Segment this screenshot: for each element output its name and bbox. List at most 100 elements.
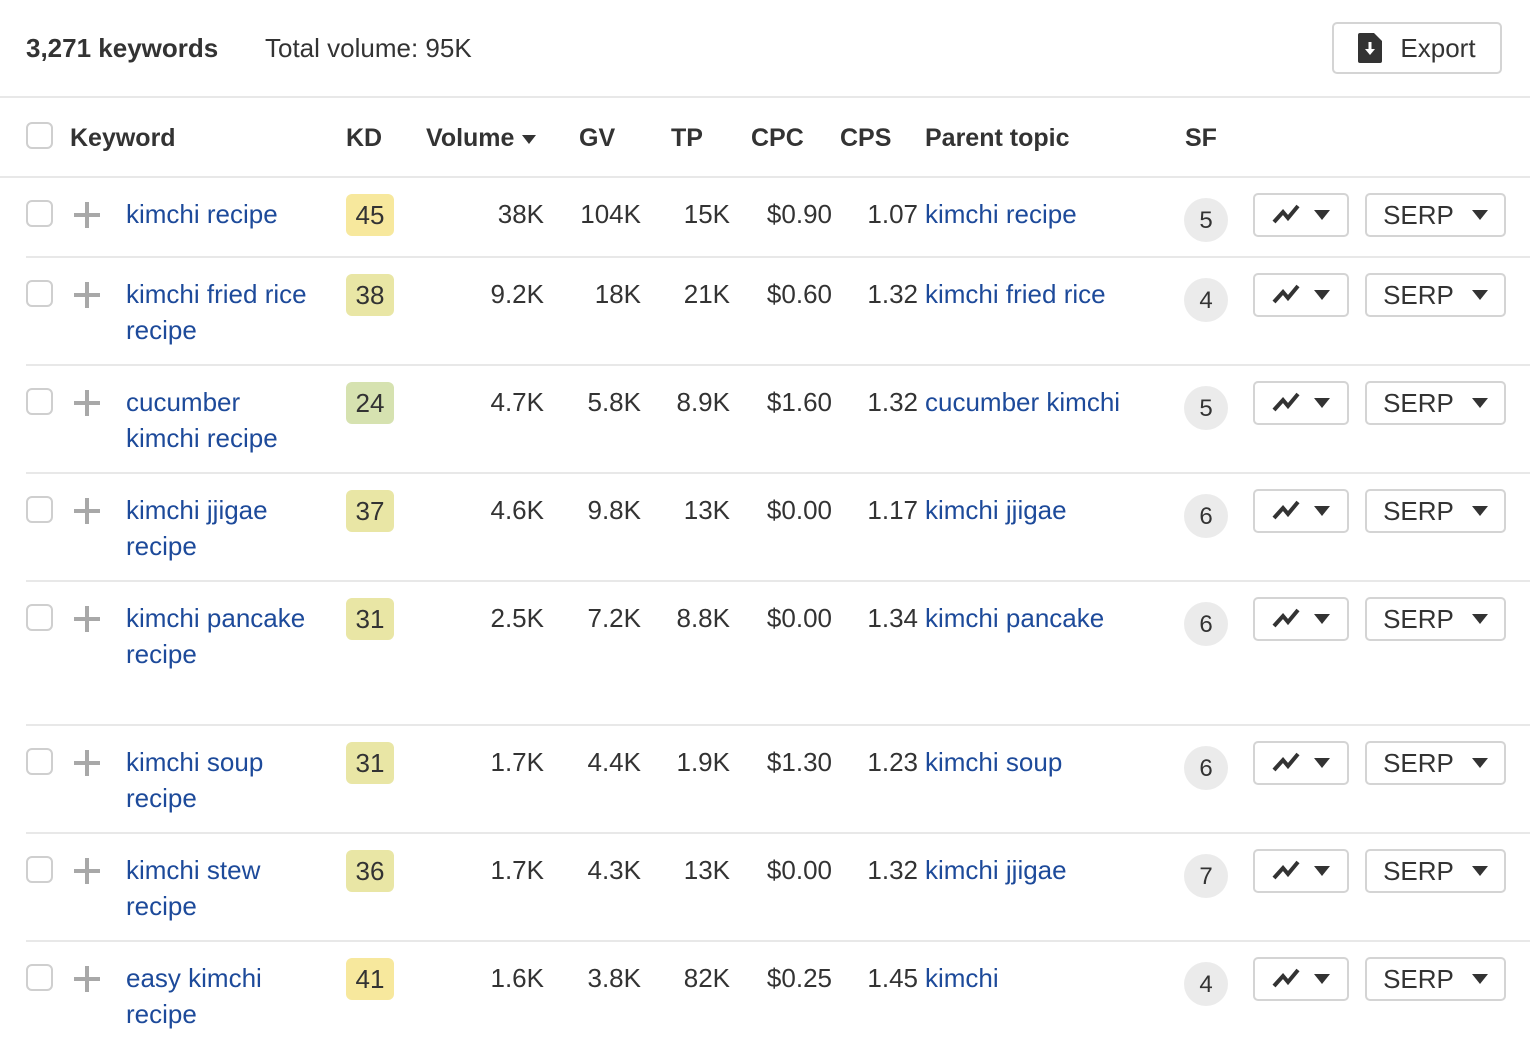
chevron-down-icon bbox=[1471, 210, 1488, 220]
cps-value: 1.17 bbox=[867, 495, 918, 525]
trend-dropdown-button[interactable] bbox=[1253, 273, 1349, 317]
keyword-link[interactable]: kimchi pancake recipe bbox=[126, 600, 316, 672]
table-row: kimchi recipe 45 38K 104K 15K $0.90 1.07… bbox=[26, 178, 1530, 258]
column-header-gv[interactable]: GV bbox=[579, 124, 615, 153]
cpc-value: $1.30 bbox=[766, 747, 832, 777]
cps-value: 1.07 bbox=[867, 199, 918, 229]
serp-dropdown-button[interactable]: SERP bbox=[1365, 381, 1506, 425]
keyword-link[interactable]: kimchi jjigae recipe bbox=[126, 492, 316, 564]
keyword-link[interactable]: easy kimchi recipe bbox=[126, 960, 316, 1032]
table-row: kimchi soup recipe 31 1.7K 4.4K 1.9K $1.… bbox=[26, 726, 1530, 834]
gv-value: 3.8K bbox=[587, 963, 642, 993]
chevron-down-icon bbox=[1471, 398, 1488, 408]
keyword-link[interactable]: kimchi fried rice recipe bbox=[126, 276, 316, 348]
serp-dropdown-button[interactable]: SERP bbox=[1365, 957, 1506, 1001]
kd-badge: 24 bbox=[346, 382, 394, 424]
select-all-checkbox[interactable] bbox=[26, 122, 53, 149]
column-header-volume[interactable]: Volume bbox=[426, 124, 537, 153]
add-to-list-icon[interactable] bbox=[74, 858, 100, 884]
add-to-list-icon[interactable] bbox=[74, 282, 100, 308]
cps-value: 1.34 bbox=[867, 603, 918, 633]
cps-value: 1.32 bbox=[867, 279, 918, 309]
row-checkbox[interactable] bbox=[26, 964, 53, 991]
trend-dropdown-button[interactable] bbox=[1253, 849, 1349, 893]
column-header-keyword[interactable]: Keyword bbox=[70, 124, 176, 153]
trend-dropdown-button[interactable] bbox=[1253, 193, 1349, 237]
keyword-link[interactable]: cucumber kimchi recipe bbox=[126, 384, 316, 456]
trend-chart-icon bbox=[1272, 203, 1300, 228]
kd-badge: 31 bbox=[346, 742, 394, 784]
parent-topic-link[interactable]: kimchi bbox=[925, 960, 999, 996]
row-checkbox[interactable] bbox=[26, 604, 53, 631]
cpc-value: $0.60 bbox=[766, 279, 832, 309]
parent-topic-link[interactable]: kimchi recipe bbox=[925, 196, 1077, 232]
table-header: Keyword KD Volume GV TP CPC CPS Parent t… bbox=[0, 100, 1530, 178]
row-checkbox[interactable] bbox=[26, 388, 53, 415]
add-to-list-icon[interactable] bbox=[74, 750, 100, 776]
sf-count-badge[interactable]: 6 bbox=[1184, 494, 1228, 538]
sf-count-badge[interactable]: 6 bbox=[1184, 602, 1228, 646]
kd-badge: 36 bbox=[346, 850, 394, 892]
row-checkbox[interactable] bbox=[26, 280, 53, 307]
chevron-down-icon bbox=[1314, 290, 1330, 300]
add-to-list-icon[interactable] bbox=[74, 498, 100, 524]
serp-dropdown-button[interactable]: SERP bbox=[1365, 489, 1506, 533]
parent-topic-link[interactable]: kimchi jjigae bbox=[925, 492, 1067, 528]
sf-count-badge[interactable]: 7 bbox=[1184, 854, 1228, 898]
trend-dropdown-button[interactable] bbox=[1253, 381, 1349, 425]
chevron-down-icon bbox=[1471, 614, 1488, 624]
add-to-list-icon[interactable] bbox=[74, 390, 100, 416]
volume-value: 38K bbox=[497, 199, 544, 229]
column-header-sf[interactable]: SF bbox=[1185, 124, 1217, 153]
column-header-cps[interactable]: CPS bbox=[840, 124, 891, 153]
sf-count-badge[interactable]: 4 bbox=[1184, 962, 1228, 1006]
trend-dropdown-button[interactable] bbox=[1253, 741, 1349, 785]
cpc-value: $0.25 bbox=[766, 963, 832, 993]
volume-value: 1.7K bbox=[490, 855, 545, 885]
row-checkbox[interactable] bbox=[26, 496, 53, 523]
chevron-down-icon bbox=[1471, 506, 1488, 516]
add-to-list-icon[interactable] bbox=[74, 202, 100, 228]
table-row: cucumber kimchi recipe 24 4.7K 5.8K 8.9K… bbox=[26, 366, 1530, 474]
column-header-cpc[interactable]: CPC bbox=[751, 124, 804, 153]
parent-topic-link[interactable]: cucumber kimchi bbox=[925, 384, 1120, 420]
cps-value: 1.32 bbox=[867, 855, 918, 885]
column-header-parent-topic[interactable]: Parent topic bbox=[925, 124, 1069, 153]
serp-dropdown-button[interactable]: SERP bbox=[1365, 849, 1506, 893]
column-header-tp[interactable]: TP bbox=[671, 124, 703, 153]
serp-label: SERP bbox=[1383, 495, 1454, 526]
keyword-link[interactable]: kimchi stew recipe bbox=[126, 852, 316, 924]
parent-topic-link[interactable]: kimchi pancake bbox=[925, 600, 1104, 636]
parent-topic-link[interactable]: kimchi fried rice bbox=[925, 276, 1106, 312]
sf-count-badge[interactable]: 5 bbox=[1184, 198, 1228, 242]
chevron-down-icon bbox=[1471, 974, 1488, 984]
sf-count-badge[interactable]: 4 bbox=[1184, 278, 1228, 322]
chevron-down-icon bbox=[1314, 398, 1330, 408]
add-to-list-icon[interactable] bbox=[74, 966, 100, 992]
file-download-icon bbox=[1358, 33, 1383, 63]
add-to-list-icon[interactable] bbox=[74, 606, 100, 632]
parent-topic-link[interactable]: kimchi jjigae bbox=[925, 852, 1067, 888]
row-checkbox[interactable] bbox=[26, 856, 53, 883]
keyword-link[interactable]: kimchi soup recipe bbox=[126, 744, 316, 816]
serp-label: SERP bbox=[1383, 279, 1454, 310]
total-volume: Total volume: 95K bbox=[265, 33, 472, 63]
parent-topic-link[interactable]: kimchi soup bbox=[925, 744, 1062, 780]
serp-label: SERP bbox=[1383, 963, 1454, 994]
serp-dropdown-button[interactable]: SERP bbox=[1365, 273, 1506, 317]
serp-dropdown-button[interactable]: SERP bbox=[1365, 193, 1506, 237]
export-button[interactable]: Export bbox=[1332, 22, 1502, 74]
row-checkbox[interactable] bbox=[26, 200, 53, 227]
sf-count-badge[interactable]: 5 bbox=[1184, 386, 1228, 430]
trend-dropdown-button[interactable] bbox=[1253, 597, 1349, 641]
chevron-down-icon bbox=[1314, 614, 1330, 624]
trend-dropdown-button[interactable] bbox=[1253, 489, 1349, 533]
column-header-kd[interactable]: KD bbox=[346, 124, 382, 153]
keyword-link[interactable]: kimchi recipe bbox=[126, 196, 316, 232]
serp-dropdown-button[interactable]: SERP bbox=[1365, 597, 1506, 641]
cps-value: 1.32 bbox=[867, 387, 918, 417]
trend-dropdown-button[interactable] bbox=[1253, 957, 1349, 1001]
serp-dropdown-button[interactable]: SERP bbox=[1365, 741, 1506, 785]
sf-count-badge[interactable]: 6 bbox=[1184, 746, 1228, 790]
row-checkbox[interactable] bbox=[26, 748, 53, 775]
